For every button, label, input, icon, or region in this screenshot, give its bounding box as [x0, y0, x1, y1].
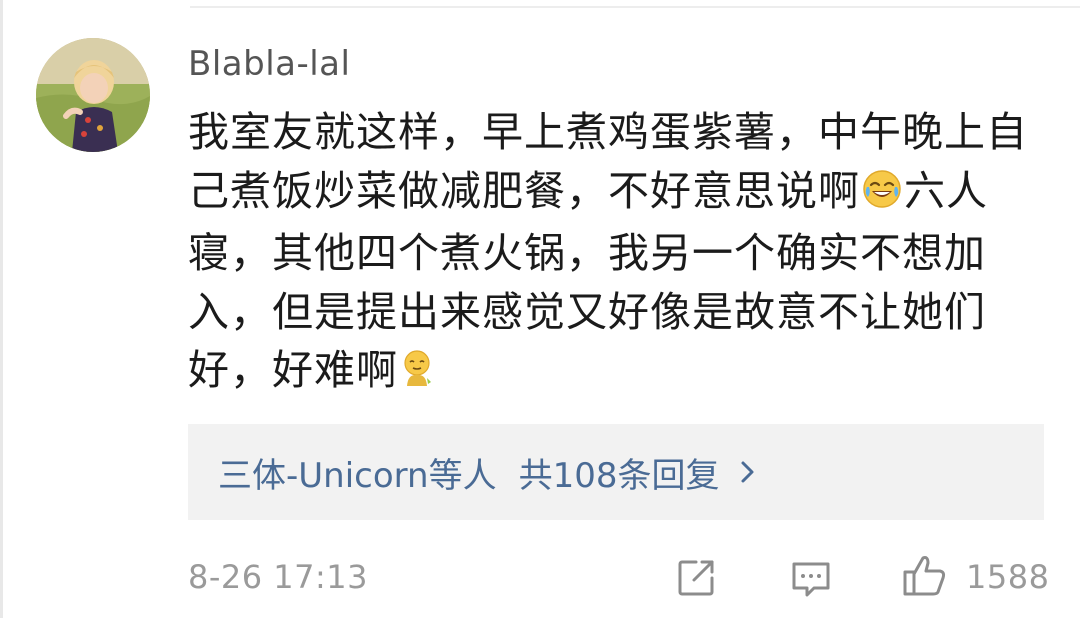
- comment-footer: 8-26 17:13 1588: [188, 548, 1050, 608]
- share-icon[interactable]: [674, 556, 718, 600]
- page-left-edge: [0, 0, 3, 618]
- thumbs-up-icon[interactable]: [900, 550, 950, 600]
- embarrassed-emoji-icon: [400, 345, 434, 404]
- comment-text: 我室友就这样，早上煮鸡蛋紫薯，中午晚上自己煮饭炒菜做减肥餐，不好意思说啊 六人寝…: [188, 103, 1058, 404]
- replies-box[interactable]: 三体-Unicorn等人 共108条回复: [188, 424, 1044, 520]
- replies-count[interactable]: 共108条回复: [519, 448, 720, 497]
- comment-username[interactable]: Blabla-lal: [188, 42, 350, 86]
- top-divider: [190, 6, 1080, 8]
- comment-text-part-1: 我室友就这样，早上煮鸡蛋紫薯，中午晚上自己煮饭炒菜做减肥餐，不好意思说啊: [188, 108, 1028, 215]
- chevron-right-icon: [741, 461, 754, 483]
- comment-timestamp: 8-26 17:13: [188, 558, 369, 596]
- laugh-cry-emoji-icon: [862, 166, 902, 225]
- avatar[interactable]: [36, 38, 150, 152]
- replies-users[interactable]: 三体-Unicorn等人: [218, 448, 497, 497]
- comment-icon[interactable]: [788, 556, 834, 602]
- like-count: 1588: [966, 558, 1050, 596]
